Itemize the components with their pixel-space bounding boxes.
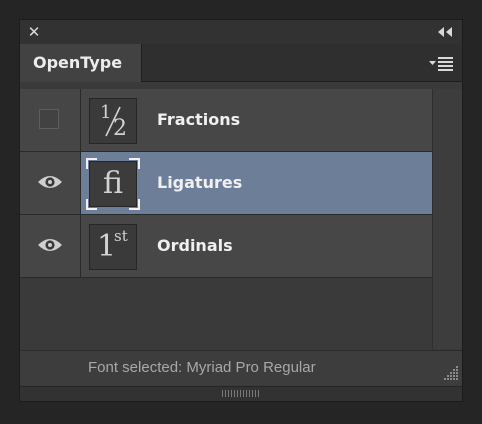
feature-label: Ordinals xyxy=(157,236,233,255)
fraction-glyph-icon: 1 2 xyxy=(89,98,137,144)
double-chevron-left-icon[interactable] xyxy=(436,26,454,38)
visibility-cell[interactable] xyxy=(20,215,81,277)
feature-main-cell[interactable]: 1 2 Fractions xyxy=(81,89,432,151)
feature-checkbox[interactable] xyxy=(39,109,59,129)
ordinal-superscript: st xyxy=(114,227,128,245)
resize-grip-icon[interactable] xyxy=(442,364,460,382)
close-icon[interactable]: ✕ xyxy=(26,24,42,40)
eye-icon[interactable] xyxy=(37,173,63,191)
panel-tabbar: OpenType xyxy=(20,44,462,82)
panel-menu-icon[interactable] xyxy=(428,56,454,72)
fraction-numerator: 1 xyxy=(100,102,112,123)
selection-brackets xyxy=(86,158,140,210)
feature-label: Ligatures xyxy=(157,173,243,192)
tab-opentype[interactable]: OpenType xyxy=(20,44,142,82)
fraction-denominator: 2 xyxy=(113,116,127,141)
feature-main-cell[interactable]: 1 st Ordinals xyxy=(81,215,432,277)
list-item-ligatures[interactable]: fi Ligatures xyxy=(20,152,432,215)
grip-lines-icon xyxy=(222,390,259,397)
scrollbar-track[interactable] xyxy=(432,89,462,349)
panel-resize-handle[interactable] xyxy=(20,386,462,401)
feature-label: Fractions xyxy=(157,110,241,129)
visibility-cell[interactable] xyxy=(20,89,81,151)
panel-titlebar: ✕ xyxy=(20,20,462,44)
status-bar: Font selected: Myriad Pro Regular xyxy=(20,350,462,385)
list-item-fractions[interactable]: 1 2 Fractions xyxy=(20,89,432,152)
visibility-cell[interactable] xyxy=(20,152,81,214)
opentype-panel: ✕ OpenType 1 2 Fractions fi Ligatures 1 … xyxy=(19,19,463,402)
ordinal-glyph-icon: 1 st xyxy=(89,224,137,270)
list-item-ordinals[interactable]: 1 st Ordinals xyxy=(20,215,432,278)
feature-list: 1 2 Fractions fi Ligatures 1 st Ordinals xyxy=(20,89,432,349)
feature-main-cell[interactable]: fi Ligatures xyxy=(81,152,432,214)
eye-icon[interactable] xyxy=(37,236,63,254)
ligature-glyph-icon: fi xyxy=(86,158,140,210)
